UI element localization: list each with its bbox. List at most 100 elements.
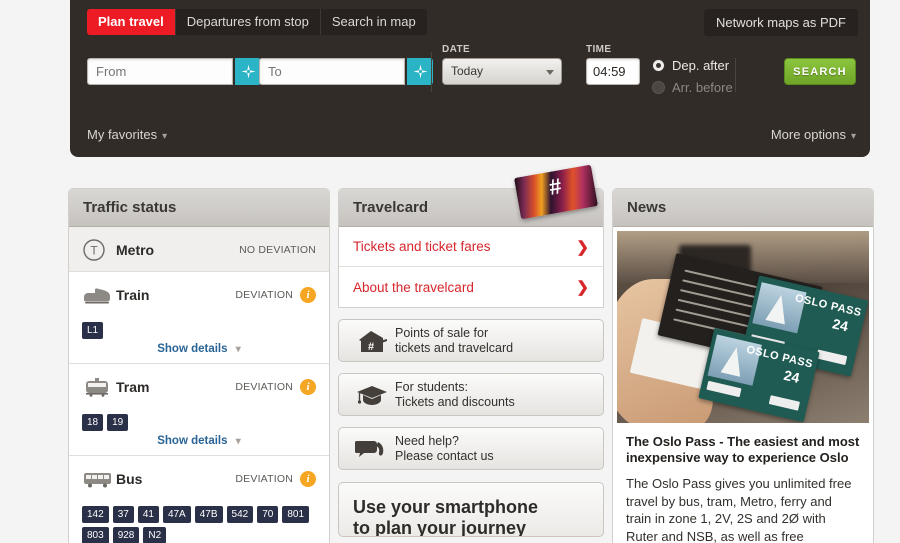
news-image[interactable]: OSLO PASS 24 OSLO PASS 24 [617,231,869,423]
news-image-card-photo [752,282,807,334]
tab-search-in-map[interactable]: Search in map [321,9,427,35]
svg-text:T: T [90,244,98,258]
traffic-row-metro-status: NO DEVIATION [239,244,316,256]
date-select[interactable]: Today [442,58,562,85]
time-field-group: TIME [586,44,640,85]
smartphone-promo-panel[interactable]: Use your smartphone to plan your journey [338,482,604,537]
info-icon[interactable]: i [300,287,316,303]
traffic-row-bus[interactable]: Bus DEVIATION i 142 37 41 47A 47B 542 70… [69,456,329,543]
points-of-sale-line2: tickets and travelcard [395,340,514,355]
line-badge[interactable]: 803 [82,527,109,543]
line-badge[interactable]: 37 [112,506,134,523]
network-maps-pdf-button[interactable]: Network maps as PDF [703,9,858,36]
news-image-card-brand: OSLO PASS [793,292,863,320]
time-input[interactable] [586,58,640,85]
news-image-card-price [816,349,848,366]
departure-arrival-radios: Dep. after Arr. before [652,58,733,102]
for-students-button[interactable]: For students: Tickets and discounts [338,373,604,416]
search-divider [735,58,736,92]
to-field-group [259,58,433,85]
line-badge[interactable]: L1 [82,322,104,339]
from-locate-icon[interactable] [235,58,261,85]
to-input[interactable] [259,58,405,85]
radio-arr-before-label: Arr. before [672,80,733,95]
tab-departures-from-stop[interactable]: Departures from stop [176,9,321,35]
line-badge[interactable]: 47B [194,506,223,523]
tram-icon [82,374,116,400]
metro-icon: T [82,237,116,263]
traffic-row-metro-name: Metro [116,242,155,258]
traffic-row-tram-name: Tram [116,379,150,395]
line-badge[interactable]: 47A [162,506,191,523]
date-select-value: Today [451,64,484,78]
chevron-right-icon: ❯ [576,238,589,256]
traffic-row-bus-status: DEVIATION [235,473,293,485]
line-badge[interactable]: N2 [143,527,167,543]
points-of-sale-line1: Points of sale for [395,325,489,340]
traffic-row-train-top: Train DEVIATION i [82,282,316,308]
link-tickets-and-fares[interactable]: Tickets and ticket fares ❯ [339,227,603,267]
chevron-down-icon: ▾ [235,344,241,355]
points-of-sale-button[interactable]: # Points of sale for tickets and travelc… [338,319,604,362]
traffic-row-metro[interactable]: T Metro NO DEVIATION [69,227,329,272]
line-badge[interactable]: 801 [282,506,310,523]
tram-show-details-label: Show details [157,435,228,447]
need-help-line1: Need help? [395,433,459,448]
time-label: TIME [586,44,612,55]
for-students-text: For students: Tickets and discounts [395,380,515,410]
chevron-down-icon [546,70,554,75]
traffic-row-tram[interactable]: Tram DEVIATION i 18 19 Show details ▾ [69,364,329,456]
graduation-cap-icon [349,382,395,408]
line-badge[interactable]: 542 [226,506,254,523]
traffic-status-panel: Traffic status T Metro NO DEVIATION Trai… [68,188,330,543]
svg-text:#: # [368,341,374,353]
radio-arr-before[interactable]: Arr. before [652,80,733,95]
more-options-link[interactable]: More options ▾ [771,127,856,142]
need-help-button[interactable]: Need help? Please contact us [338,427,604,470]
line-badge[interactable]: 70 [257,506,279,523]
train-show-details-link[interactable]: Show details ▾ [82,343,316,355]
bus-icon [82,466,116,492]
date-label: DATE [442,44,471,55]
line-badge[interactable]: 41 [137,506,159,523]
link-about-travelcard[interactable]: About the travelcard ❯ [339,267,603,307]
link-about-travelcard-label: About the travelcard [353,279,474,295]
search-button[interactable]: SEARCH [784,58,856,85]
travelcard-column: # Travelcard Tickets and ticket fares ❯ … [338,164,604,543]
news-headline: The Oslo Pass - The easiest and most ine… [626,434,860,465]
smartphone-promo-line2: to plan your journey [353,518,527,537]
to-locate-icon[interactable] [407,58,433,85]
for-students-line1: For students: [395,379,468,394]
line-badge[interactable]: 928 [112,527,140,543]
train-show-details-label: Show details [157,343,228,355]
info-icon[interactable]: i [300,471,316,487]
date-field-group: DATE Today [442,44,562,85]
speech-phone-icon [349,436,395,462]
smartphone-promo-line1: Use your smartphone [353,497,539,517]
traffic-row-bus-name: Bus [116,471,143,487]
traffic-status-title: Traffic status [69,189,329,227]
my-favorites-link[interactable]: My favorites ▾ [87,127,167,142]
traffic-row-tram-lines: 18 19 [82,414,316,431]
radio-dep-after-control[interactable] [652,59,665,72]
traffic-row-metro-top: T Metro NO DEVIATION [82,237,316,263]
radio-arr-before-control[interactable] [652,81,665,94]
train-icon [82,282,116,308]
line-badge[interactable]: 142 [82,506,109,523]
radio-dep-after[interactable]: Dep. after [652,58,733,73]
news-body: The Oslo Pass gives you unlimited free t… [626,476,852,543]
chevron-down-icon: ▾ [850,131,856,142]
from-field-group [87,58,261,85]
line-badge[interactable]: 18 [82,414,104,431]
news-image-card-hours: 24 [782,366,802,386]
news-image-card-hours: 24 [830,315,850,335]
traffic-row-train[interactable]: Train DEVIATION i L1 Show details ▾ [69,272,329,364]
points-of-sale-text: Points of sale for tickets and travelcar… [395,326,513,356]
line-badge[interactable]: 19 [107,414,129,431]
tab-plan-travel[interactable]: Plan travel [87,9,176,35]
info-icon[interactable]: i [300,379,316,395]
search-form: DATE Today TIME Dep. after Arr. before S… [87,44,856,96]
from-input[interactable] [87,58,233,85]
tram-show-details-link[interactable]: Show details ▾ [82,435,316,447]
need-help-text: Need help? Please contact us [395,434,494,464]
